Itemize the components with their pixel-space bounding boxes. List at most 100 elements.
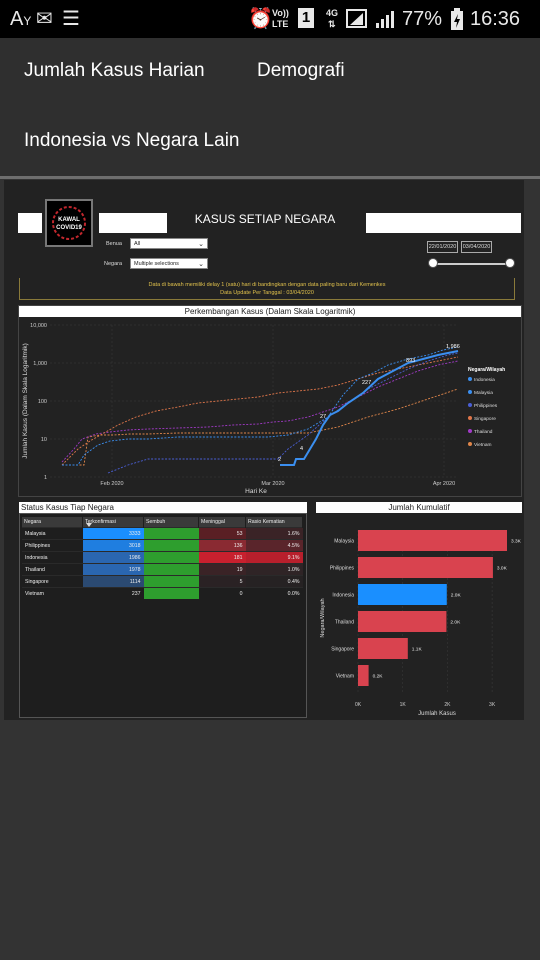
- data-delay-notice: Data di bawah memiliki delay 1 (satu) ha…: [19, 278, 515, 300]
- cell-sembuh: [143, 587, 199, 599]
- table-row[interactable]: Thailand 1978 19 1.0%: [22, 563, 303, 576]
- y-tick-label: 100: [38, 399, 47, 405]
- table-title: Status Kasus Tiap Negara: [19, 502, 307, 513]
- cell-terkonfirmasi: 1986: [82, 551, 144, 564]
- legend-marker-indonesia: [468, 377, 472, 381]
- cell-terkonfirmasi: 1114: [82, 575, 144, 588]
- cell-meninggal: 181: [198, 551, 246, 564]
- col-header-meninggal[interactable]: Meninggal: [198, 517, 246, 528]
- cell-terkonfirmasi: 3333: [82, 527, 144, 540]
- cell-rasio: 1.6%: [245, 527, 303, 540]
- cell-terkonfirmasi: 3018: [82, 539, 144, 552]
- filter-benua-dropdown[interactable]: All ⌄: [130, 238, 208, 249]
- bar-value-label: 3.0K: [497, 566, 508, 572]
- series-line-vietnam: [62, 388, 459, 466]
- sim-icon: 1: [298, 8, 314, 28]
- data-label: 27: [320, 414, 326, 420]
- data-label: 4: [300, 446, 303, 452]
- col-header-rasio-kematian[interactable]: Rasio Kematian: [245, 517, 303, 528]
- bar-category-label: Indonesia: [332, 593, 354, 599]
- status-table: Negara Terkonfirmasi Sembuh Meninggal Ra…: [22, 517, 303, 599]
- bar-category-label: Vietnam: [336, 674, 354, 680]
- bar-category-label: Thailand: [335, 620, 354, 626]
- legend-item-vietnam: Vietnam: [474, 442, 492, 448]
- x-axis-title: Hari Ke: [245, 488, 267, 495]
- bar-category-label: Philippines: [330, 566, 355, 572]
- date-slider-start-handle[interactable]: [428, 258, 438, 268]
- table-row[interactable]: Malaysia 3333 53 1.6%: [22, 527, 303, 540]
- date-slider-track[interactable]: [433, 263, 511, 265]
- network-top: 4G: [326, 8, 339, 18]
- date-to-input[interactable]: 03/04/2020: [461, 241, 492, 253]
- data-label: 227: [362, 380, 371, 386]
- notice-date: 03/04/2020: [286, 290, 314, 296]
- nav-demografi[interactable]: Demografi: [257, 60, 345, 82]
- cell-terkonfirmasi: 1978: [82, 563, 144, 576]
- bar-value-label: 3.3K: [511, 539, 522, 545]
- series-line-philippines: [107, 352, 459, 474]
- cell-meninggal: 5: [198, 575, 246, 588]
- bar-x-tick-label: 3K: [489, 702, 496, 708]
- cell-negara: Indonesia: [22, 551, 83, 564]
- bar-malaysia: [358, 530, 508, 551]
- report-title: KASUS SETIAP NEGARA: [194, 212, 336, 226]
- mail-icon: ✉: [36, 8, 53, 30]
- nav-jumlah-kasus-harian[interactable]: Jumlah Kasus Harian: [24, 60, 205, 82]
- table-row[interactable]: Indonesia 1986 181 9.1%: [22, 551, 303, 564]
- nav-divider: [0, 176, 540, 179]
- cell-terkonfirmasi: 237: [82, 587, 144, 599]
- notice-line1: Data di bawah memiliki delay 1 (satu) ha…: [148, 282, 386, 288]
- legend-marker-malaysia: [468, 390, 472, 394]
- legend-title: Negara/Wilayah: [468, 367, 505, 373]
- filter-negara-dropdown[interactable]: Multiple selections ⌄: [130, 258, 208, 269]
- cell-sembuh: [143, 551, 199, 564]
- volte-bottom: LTE: [272, 19, 289, 29]
- filter-benua-value: All: [134, 241, 141, 247]
- x-tick-label: Feb 2020: [100, 481, 123, 487]
- nav-indonesia-vs-negara-lain[interactable]: Indonesia vs Negara Lain: [24, 130, 239, 152]
- chevron-down-icon: ⌄: [198, 261, 204, 268]
- cell-sembuh: [143, 527, 199, 540]
- table-row[interactable]: Vietnam 237 0 0.0%: [22, 587, 303, 599]
- filter-negara-value: Multiple selections: [134, 261, 179, 267]
- table-row[interactable]: Singapore 1114 5 0.4%: [22, 575, 303, 588]
- cell-rasio: 4.5%: [245, 539, 303, 552]
- sort-desc-icon: [86, 523, 92, 527]
- kawal-covid-logo: KAWAL COVID19: [45, 199, 93, 247]
- data-label: 2: [278, 457, 281, 463]
- volte-top: Vo)): [272, 8, 289, 18]
- cell-negara: Thailand: [22, 563, 83, 576]
- x-tick-label: Mar 2020: [261, 481, 284, 487]
- signal-bars-icon: [376, 11, 394, 28]
- notice-line2: Data Update Per Tanggal :: [220, 290, 285, 296]
- table-row[interactable]: Philippines 3018 136 4.5%: [22, 539, 303, 552]
- cell-meninggal: 136: [198, 539, 246, 552]
- bar-value-label: 2.0K: [450, 620, 461, 626]
- series-line-malaysia: [62, 346, 459, 466]
- legend-marker-singapore: [468, 416, 472, 420]
- date-from-input[interactable]: 22/01/2020: [427, 241, 458, 253]
- bar-vietnam: [358, 665, 369, 686]
- bar-category-label: Malaysia: [334, 539, 354, 545]
- header-box-mid: [99, 213, 167, 233]
- legend-marker-vietnam: [468, 442, 472, 446]
- legend-marker-philippines: [468, 403, 472, 407]
- date-slider-end-handle[interactable]: [505, 258, 515, 268]
- series-line-thailand: [61, 360, 459, 463]
- legend-marker-thailand: [468, 429, 472, 433]
- chevron-down-icon: ⌄: [198, 241, 204, 248]
- bar-y-axis-title: Negara/Wilayah: [320, 598, 326, 637]
- cell-meninggal: 19: [198, 563, 246, 576]
- table-header-row: Negara Terkonfirmasi Sembuh Meninggal Ra…: [22, 517, 303, 528]
- bar-x-tick-label: 2K: [444, 702, 451, 708]
- bar-value-label: 1.1K: [412, 647, 423, 653]
- alarm-icon: ⏰: [248, 8, 273, 30]
- col-header-negara[interactable]: Negara: [22, 517, 83, 528]
- col-header-sembuh[interactable]: Sembuh: [143, 517, 199, 528]
- y-tick-label: 10: [41, 437, 47, 443]
- cell-rasio: 9.1%: [245, 551, 303, 564]
- bar-x-tick-label: 0K: [355, 702, 362, 708]
- bar-singapore: [358, 638, 408, 659]
- data-label: 893: [406, 358, 415, 364]
- legend-item-indonesia: Indonesia: [474, 377, 495, 383]
